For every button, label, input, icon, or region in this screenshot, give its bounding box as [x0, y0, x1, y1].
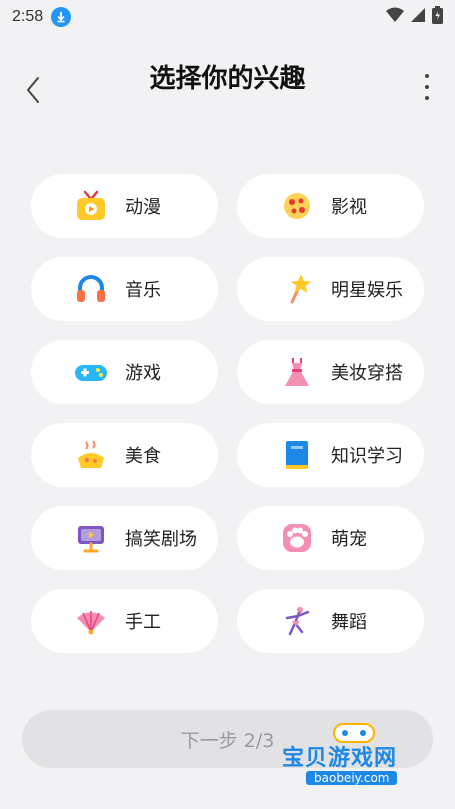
header: 选择你的兴趣	[0, 50, 455, 110]
interest-grid: 动漫 影视 音乐 明星娱乐 游戏 美妆穿搭 美食 知识学习 搞笑剧场 萌宠 手工…	[31, 174, 424, 653]
video-screen-icon	[73, 520, 109, 556]
watermark: 宝贝游戏网 baobeiy.com	[282, 718, 452, 788]
dress-icon	[279, 354, 315, 390]
gamepad-icon	[73, 354, 109, 390]
interest-label: 萌宠	[331, 529, 367, 550]
next-step-label: 下一步 2/3	[180, 729, 275, 752]
interest-chip-music[interactable]: 音乐	[31, 257, 218, 321]
page-title: 选择你的兴趣	[149, 64, 306, 94]
status-bar: 2:58	[0, 0, 455, 34]
food-icon	[73, 437, 109, 473]
interest-chip-comedy[interactable]: 搞笑剧场	[31, 506, 218, 570]
anime-tv-icon	[73, 188, 109, 224]
interest-chip-film[interactable]: 影视	[237, 174, 424, 238]
interest-chip-beauty[interactable]: 美妆穿搭	[237, 340, 424, 404]
film-pizza-icon	[279, 188, 315, 224]
watermark-url: baobeiy.com	[306, 771, 398, 785]
interest-label: 音乐	[125, 280, 161, 301]
interest-label: 知识学习	[331, 446, 403, 467]
interest-label: 美妆穿搭	[331, 363, 403, 384]
battery-icon	[432, 6, 443, 28]
interest-label: 影视	[331, 197, 367, 218]
wifi-icon	[386, 7, 404, 27]
interest-chip-games[interactable]: 游戏	[31, 340, 218, 404]
interest-label: 美食	[125, 446, 161, 467]
more-dot	[425, 85, 429, 89]
interest-label: 动漫	[125, 197, 161, 218]
interest-chip-anime[interactable]: 动漫	[31, 174, 218, 238]
interest-label: 舞蹈	[331, 612, 367, 633]
more-dot	[425, 96, 429, 100]
watermark-title: 宝贝游戏网	[282, 746, 398, 771]
interest-chip-handicraft[interactable]: 手工	[31, 589, 218, 653]
interest-label: 搞笑剧场	[125, 529, 197, 550]
interest-label: 明星娱乐	[331, 280, 403, 301]
interest-chip-celebrity[interactable]: 明星娱乐	[237, 257, 424, 321]
dancer-icon	[279, 603, 315, 639]
book-icon	[279, 437, 315, 473]
interest-chip-learning[interactable]: 知识学习	[237, 423, 424, 487]
paw-icon	[279, 520, 315, 556]
signal-icon	[410, 7, 426, 27]
more-options-button[interactable]	[419, 72, 435, 102]
fan-icon	[73, 603, 109, 639]
more-dot	[425, 74, 429, 78]
interest-chip-dance[interactable]: 舞蹈	[237, 589, 424, 653]
download-icon	[51, 7, 72, 27]
interest-label: 手工	[125, 612, 161, 633]
interest-label: 游戏	[125, 363, 161, 384]
interest-chip-food[interactable]: 美食	[31, 423, 218, 487]
star-wand-icon	[279, 271, 315, 307]
headphones-icon	[73, 271, 109, 307]
interest-chip-pets[interactable]: 萌宠	[237, 506, 424, 570]
status-time: 2:58	[12, 8, 44, 25]
